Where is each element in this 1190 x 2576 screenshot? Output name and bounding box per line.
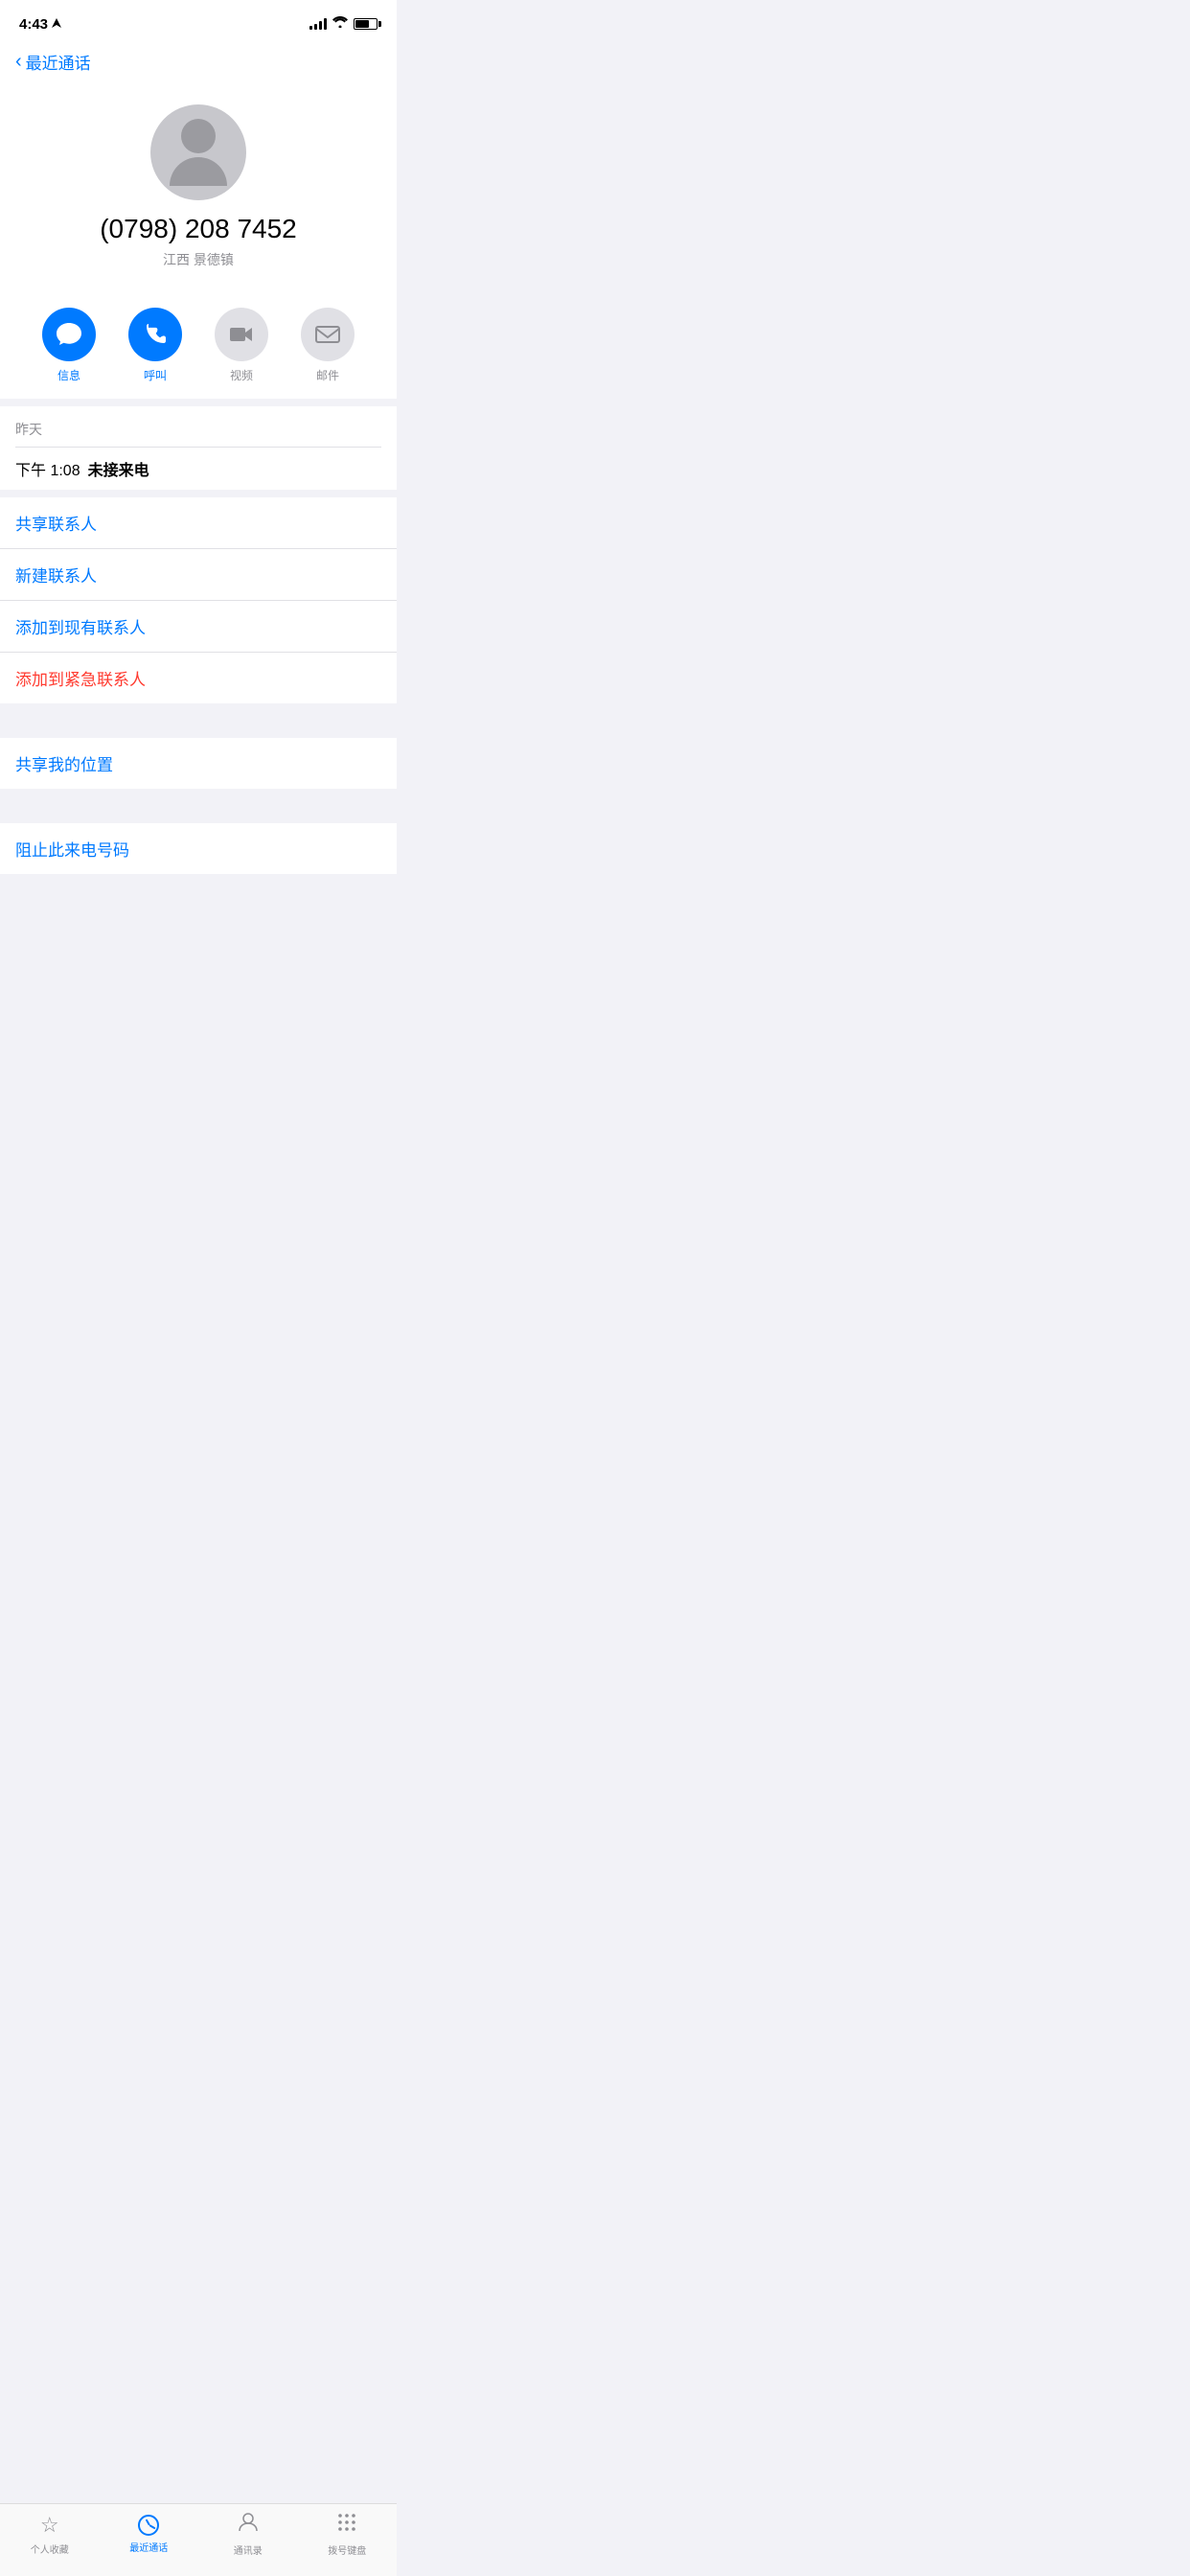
tab-contacts[interactable]: 通讯录 xyxy=(219,2512,277,2557)
call-history: 昨天 下午 1:08 未接来电 xyxy=(0,406,397,490)
tab-recents[interactable]: 最近通话 xyxy=(120,2515,177,2554)
avatar xyxy=(150,104,246,200)
tab-keypad-label: 拨号键盘 xyxy=(328,2542,366,2557)
menu-section-2: 共享我的位置 xyxy=(0,738,397,789)
phone-icon xyxy=(143,322,168,347)
video-label: 视频 xyxy=(230,367,253,383)
wifi-icon xyxy=(332,15,348,33)
video-icon xyxy=(229,325,254,344)
message-label: 信息 xyxy=(57,367,80,383)
section-divider-2 xyxy=(0,490,397,497)
location-arrow-icon xyxy=(52,18,61,30)
call-date: 昨天 xyxy=(15,420,381,439)
signal-bars-icon xyxy=(309,18,327,30)
call-button[interactable]: 呼叫 xyxy=(122,308,189,383)
message-icon xyxy=(56,322,82,347)
contact-location: 江西 景德镇 xyxy=(163,250,234,269)
section-divider-1 xyxy=(0,399,397,406)
clock-icon xyxy=(138,2515,159,2536)
tab-recents-label: 最近通话 xyxy=(129,2540,168,2554)
call-item: 下午 1:08 未接来电 xyxy=(15,447,381,490)
mail-label: 邮件 xyxy=(316,367,339,383)
add-to-existing-button[interactable]: 添加到现有联系人 xyxy=(0,601,397,653)
gap-section-1 xyxy=(0,703,397,738)
menu-section-1: 共享联系人 新建联系人 添加到现有联系人 添加到紧急联系人 xyxy=(0,497,397,703)
add-to-emergency-button[interactable]: 添加到紧急联系人 xyxy=(0,653,397,703)
share-contact-button[interactable]: 共享联系人 xyxy=(0,497,397,549)
keypad-icon xyxy=(336,2512,357,2539)
battery-icon xyxy=(354,18,378,30)
person-icon xyxy=(238,2512,259,2539)
nav-bar: ‹ 最近通话 xyxy=(0,42,397,85)
phone-number: (0798) 208 7452 xyxy=(100,214,297,244)
section-divider-bottom xyxy=(0,874,397,912)
back-button[interactable]: ‹ 最近通话 xyxy=(15,50,91,74)
tab-favorites-label: 个人收藏 xyxy=(31,2542,69,2556)
call-label: 呼叫 xyxy=(144,367,167,383)
status-icons xyxy=(309,15,378,33)
tab-favorites[interactable]: ☆ 个人收藏 xyxy=(21,2513,79,2556)
status-time: 4:43 xyxy=(19,16,61,33)
mail-icon xyxy=(315,325,340,344)
call-status: 未接来电 xyxy=(88,457,149,480)
block-number-button[interactable]: 阻止此来电号码 xyxy=(0,823,397,874)
gap-section-2 xyxy=(0,789,397,823)
video-button[interactable]: 视频 xyxy=(208,308,275,383)
star-icon: ☆ xyxy=(40,2513,59,2538)
share-location-button[interactable]: 共享我的位置 xyxy=(0,738,397,789)
menu-section-3: 阻止此来电号码 xyxy=(0,823,397,874)
back-label: 最近通话 xyxy=(26,50,91,74)
new-contact-button[interactable]: 新建联系人 xyxy=(0,549,397,601)
mail-button[interactable]: 邮件 xyxy=(294,308,361,383)
tab-keypad[interactable]: 拨号键盘 xyxy=(318,2512,376,2557)
tab-bar: ☆ 个人收藏 最近通话 通讯录 xyxy=(0,2503,397,2576)
contact-header: (0798) 208 7452 江西 景德镇 xyxy=(0,85,397,300)
tab-contacts-label: 通讯录 xyxy=(234,2542,263,2557)
back-chevron-icon: ‹ xyxy=(15,51,22,73)
call-time: 下午 1:08 xyxy=(15,457,80,480)
status-bar: 4:43 xyxy=(0,0,397,42)
time-text: 4:43 xyxy=(19,16,48,33)
message-button[interactable]: 信息 xyxy=(35,308,103,383)
action-buttons: 信息 呼叫 视频 xyxy=(0,300,397,399)
